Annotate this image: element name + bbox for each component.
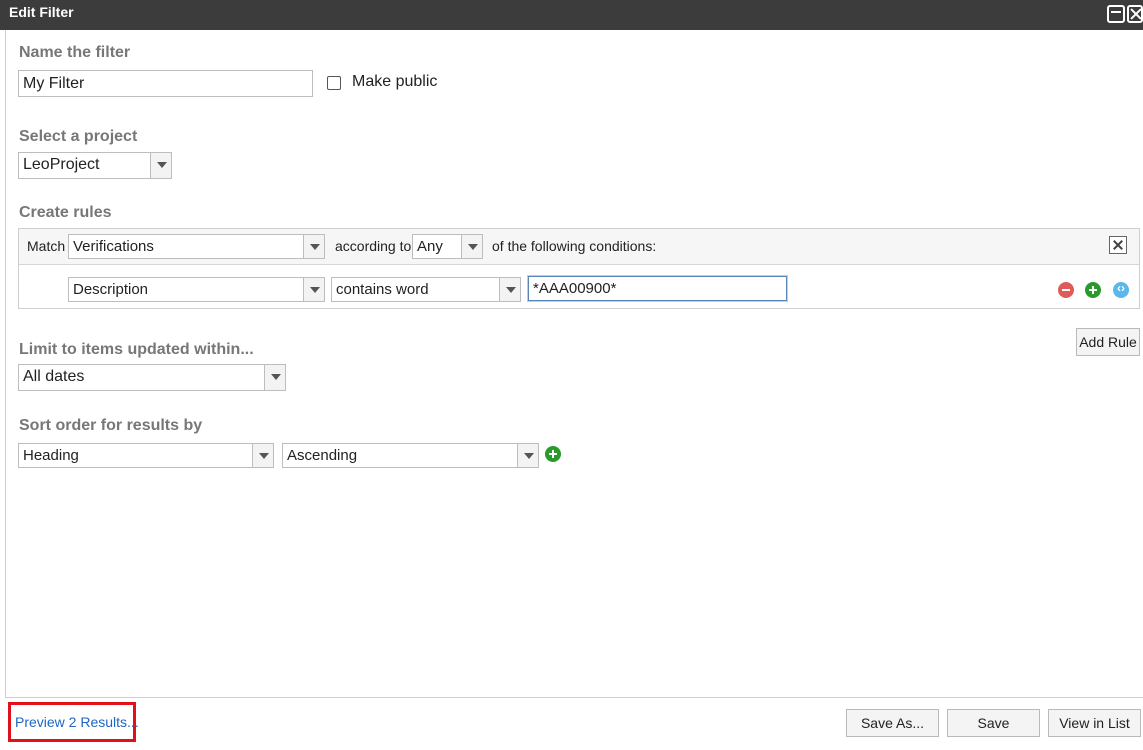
chevron-down-icon bbox=[517, 444, 538, 467]
rule-operator-value: contains word bbox=[336, 281, 429, 298]
project-select-value: LeoProject bbox=[23, 156, 100, 173]
maximize-icon[interactable] bbox=[1107, 5, 1125, 23]
chevron-down-icon bbox=[252, 444, 273, 467]
chevron-down-icon bbox=[303, 278, 324, 301]
conditions-label: of the following conditions: bbox=[492, 238, 657, 254]
sort-field-value: Heading bbox=[23, 447, 79, 464]
rule-operator-select[interactable]: contains word bbox=[331, 277, 521, 302]
chevron-down-icon bbox=[264, 365, 285, 390]
close-icon[interactable] bbox=[1127, 5, 1143, 23]
nest-condition-icon[interactable] bbox=[1113, 281, 1129, 298]
rule-field-select[interactable]: Description bbox=[68, 277, 325, 302]
window-title: Edit Filter bbox=[9, 4, 74, 20]
chevron-down-icon bbox=[303, 235, 324, 258]
make-public-label: Make public bbox=[352, 73, 438, 90]
sort-direction-select[interactable]: Ascending bbox=[282, 443, 539, 468]
save-button[interactable]: Save bbox=[947, 709, 1040, 737]
match-type-select[interactable]: Verifications bbox=[68, 234, 325, 259]
view-in-list-button[interactable]: View in List bbox=[1048, 709, 1141, 737]
preview-results-link[interactable]: Preview 2 Results... bbox=[15, 714, 139, 730]
add-sort-icon[interactable] bbox=[545, 446, 561, 462]
add-condition-icon[interactable] bbox=[1085, 282, 1101, 298]
limit-section-label: Limit to items updated within... bbox=[19, 341, 254, 358]
sort-direction-value: Ascending bbox=[287, 447, 358, 464]
save-as-button[interactable]: Save As... bbox=[846, 709, 939, 737]
sort-field-select[interactable]: Heading bbox=[18, 443, 274, 468]
quantifier-value: Any bbox=[417, 238, 443, 255]
filter-name-input[interactable] bbox=[18, 70, 313, 97]
preview-highlight: Preview 2 Results... bbox=[8, 702, 139, 742]
limit-select-value: All dates bbox=[23, 368, 85, 385]
project-select[interactable]: LeoProject bbox=[18, 152, 172, 179]
rules-section-label: Create rules bbox=[19, 204, 112, 221]
make-public-checkbox[interactable] bbox=[327, 76, 341, 90]
rule-field-value: Description bbox=[73, 281, 149, 298]
add-rule-button[interactable]: Add Rule bbox=[1076, 328, 1140, 356]
title-bar: Edit Filter bbox=[0, 0, 1143, 30]
according-to-label: according to bbox=[335, 238, 412, 254]
limit-select[interactable]: All dates bbox=[18, 364, 286, 391]
chevron-down-icon bbox=[499, 278, 520, 301]
quantifier-select[interactable]: Any bbox=[412, 234, 483, 259]
match-label: Match bbox=[27, 238, 66, 254]
name-section-label: Name the filter bbox=[19, 44, 131, 61]
sort-section-label: Sort order for results by bbox=[19, 417, 203, 434]
chevron-down-icon bbox=[461, 235, 482, 258]
remove-rule-icon[interactable] bbox=[1058, 282, 1074, 298]
remove-group-icon[interactable] bbox=[1109, 236, 1127, 254]
project-section-label: Select a project bbox=[19, 128, 138, 145]
rule-value-input[interactable] bbox=[528, 276, 787, 301]
match-type-value: Verifications bbox=[73, 238, 154, 255]
chevron-down-icon bbox=[150, 153, 171, 178]
